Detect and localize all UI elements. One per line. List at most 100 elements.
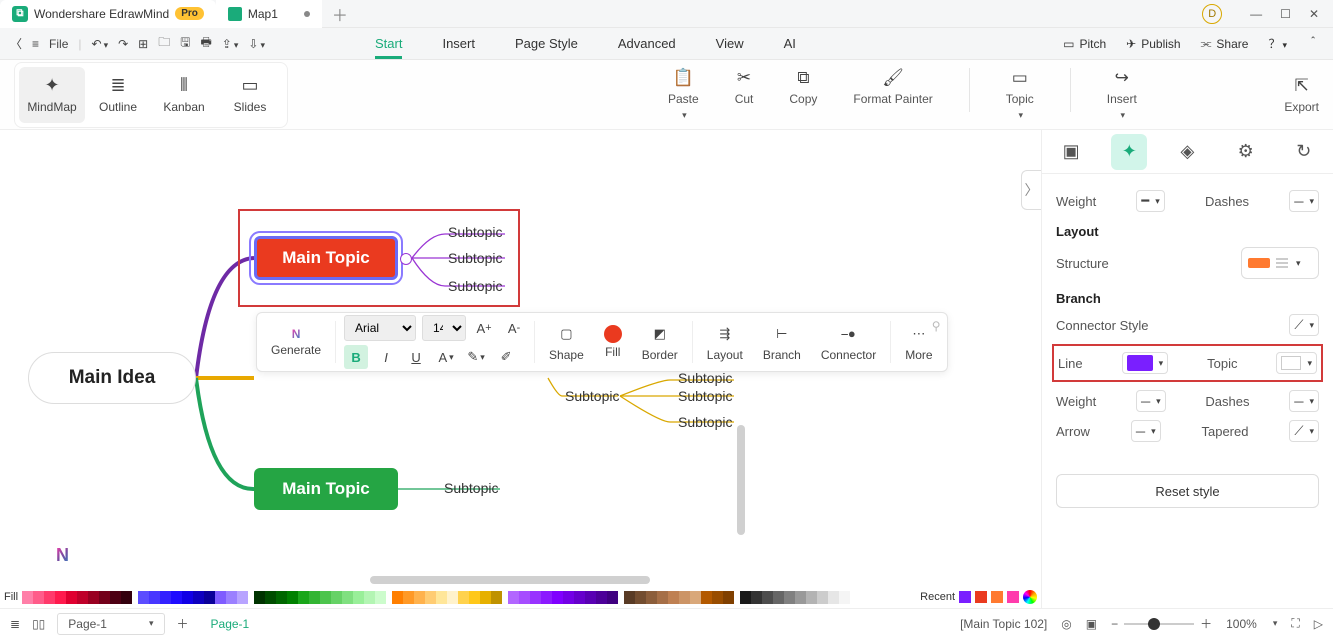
color-swatch[interactable] xyxy=(508,591,519,604)
user-avatar[interactable]: D xyxy=(1202,4,1222,24)
color-swatch[interactable] xyxy=(425,591,436,604)
color-swatch[interactable] xyxy=(204,591,215,604)
color-swatch[interactable] xyxy=(77,591,88,604)
cut-button[interactable]: ✂Cut xyxy=(735,68,754,121)
color-swatch[interactable] xyxy=(552,591,563,604)
locate-button[interactable]: ◎ xyxy=(1061,617,1071,631)
recent-swatch[interactable] xyxy=(1007,591,1019,603)
node-port-icon[interactable] xyxy=(400,253,412,265)
font-family-select[interactable]: Arial xyxy=(344,315,416,341)
document-tab[interactable]: Map1 xyxy=(216,0,322,28)
recent-swatch[interactable] xyxy=(991,591,1003,603)
node-subtopic[interactable]: Subtopic xyxy=(565,388,619,404)
font-size-select[interactable]: 14 xyxy=(422,315,466,341)
collapse-ribbon-button[interactable]: ＾ xyxy=(1307,35,1319,52)
rp-tab-history[interactable]: ↻ xyxy=(1286,134,1322,170)
grow-font-button[interactable]: A+ xyxy=(472,316,496,340)
color-swatch[interactable] xyxy=(121,591,132,604)
panel-toggle-button[interactable]: 〉 xyxy=(1021,170,1041,210)
dashes-select-top[interactable]: ─ ▾ xyxy=(1289,190,1319,212)
rp-tab-style[interactable]: ▣ xyxy=(1053,134,1089,170)
color-swatch[interactable] xyxy=(110,591,121,604)
color-swatch[interactable] xyxy=(364,591,375,604)
color-swatch[interactable] xyxy=(751,591,762,604)
node-subtopic[interactable]: Subtopic xyxy=(444,480,498,496)
color-swatch[interactable] xyxy=(762,591,773,604)
color-swatch[interactable] xyxy=(33,591,44,604)
add-page-button[interactable]: ＋ xyxy=(177,615,189,632)
color-swatch[interactable] xyxy=(491,591,502,604)
connector-style-select[interactable]: ⟋ ▾ xyxy=(1289,314,1319,336)
shape-button[interactable]: ▢Shape xyxy=(543,322,590,362)
share-button[interactable]: ⫘Share xyxy=(1201,36,1249,51)
color-swatch[interactable] xyxy=(276,591,287,604)
canvas[interactable]: 〉 Main Topic Subtopic Subtopic Subtopic … xyxy=(0,130,1041,608)
view-slides[interactable]: ▭Slides xyxy=(217,67,283,123)
color-swatch[interactable] xyxy=(182,591,193,604)
rp-tab-tag[interactable]: ◈ xyxy=(1169,134,1205,170)
color-swatch[interactable] xyxy=(88,591,99,604)
shrink-font-button[interactable]: A- xyxy=(502,316,526,340)
color-swatch[interactable] xyxy=(690,591,701,604)
save-button[interactable]: 🖫 xyxy=(180,33,190,54)
color-swatch[interactable] xyxy=(657,591,668,604)
color-swatch[interactable] xyxy=(436,591,447,604)
color-swatch[interactable] xyxy=(469,591,480,604)
weight-select[interactable]: ─ ▾ xyxy=(1136,390,1166,412)
panel-toggle-icon[interactable]: ▯▯ xyxy=(32,617,45,631)
fit-button[interactable]: ▣ xyxy=(1086,617,1097,631)
color-swatch[interactable] xyxy=(817,591,828,604)
topic-button[interactable]: ▭Topic▾ xyxy=(1006,68,1034,121)
undo-button[interactable]: ↶▾ xyxy=(92,37,109,51)
color-swatch[interactable] xyxy=(254,591,265,604)
color-swatch[interactable] xyxy=(171,591,182,604)
help-button[interactable]: ？▾ xyxy=(1268,35,1287,52)
publish-button[interactable]: ✈Publish xyxy=(1126,37,1180,51)
color-swatch[interactable] xyxy=(701,591,712,604)
export-button[interactable]: ⇱Export xyxy=(1284,76,1319,114)
color-swatch[interactable] xyxy=(740,591,751,604)
vertical-scrollbar[interactable] xyxy=(737,425,745,535)
menu-button[interactable]: ≡ xyxy=(32,37,39,51)
page-tab-active[interactable]: Page-1 xyxy=(211,617,250,631)
color-swatch[interactable] xyxy=(447,591,458,604)
color-swatch[interactable] xyxy=(574,591,585,604)
color-swatch[interactable] xyxy=(237,591,248,604)
ai-fab-icon[interactable]: N xyxy=(56,545,69,566)
color-swatch[interactable] xyxy=(784,591,795,604)
new-tab-button[interactable]: ＋ xyxy=(332,6,348,22)
border-button[interactable]: ◩Border xyxy=(636,322,684,362)
color-swatch[interactable] xyxy=(541,591,552,604)
color-swatch[interactable] xyxy=(646,591,657,604)
tab-ai[interactable]: AI xyxy=(784,28,796,59)
color-swatch[interactable] xyxy=(331,591,342,604)
open-button[interactable]: 🗀 xyxy=(158,33,170,54)
zoom-slider[interactable]: − ＋ xyxy=(1111,615,1212,632)
export-quick-button[interactable]: ⇪▾ xyxy=(222,37,239,51)
color-swatch[interactable] xyxy=(149,591,160,604)
maximize-button[interactable]: ☐ xyxy=(1280,7,1291,21)
weight-select-top[interactable]: ━ ▾ xyxy=(1136,190,1164,212)
node-main-topic-3[interactable]: Main Topic xyxy=(254,468,398,510)
italic-button[interactable]: I xyxy=(374,345,398,369)
recent-swatch[interactable] xyxy=(959,591,971,603)
pin-icon[interactable]: ⚲ xyxy=(932,319,941,333)
clear-format-button[interactable]: ✐ xyxy=(494,345,518,369)
color-swatch[interactable] xyxy=(226,591,237,604)
node-subtopic[interactable]: Subtopic xyxy=(448,278,502,294)
zoom-level[interactable]: 100% xyxy=(1226,617,1257,631)
copy-button[interactable]: ⧉Copy xyxy=(789,68,817,121)
import-quick-button[interactable]: ⇩▾ xyxy=(248,37,265,51)
color-swatch[interactable] xyxy=(138,591,149,604)
color-swatch[interactable] xyxy=(668,591,679,604)
color-swatch[interactable] xyxy=(795,591,806,604)
new-button[interactable]: ⊞ xyxy=(138,37,148,51)
color-swatch[interactable] xyxy=(392,591,403,604)
color-swatch[interactable] xyxy=(298,591,309,604)
page-selector[interactable]: Page-1▾ xyxy=(57,613,164,635)
color-swatch[interactable] xyxy=(828,591,839,604)
branch-button[interactable]: ⊢Branch xyxy=(757,322,807,362)
color-swatch[interactable] xyxy=(607,591,618,604)
color-swatch[interactable] xyxy=(530,591,541,604)
color-swatch[interactable] xyxy=(839,591,850,604)
